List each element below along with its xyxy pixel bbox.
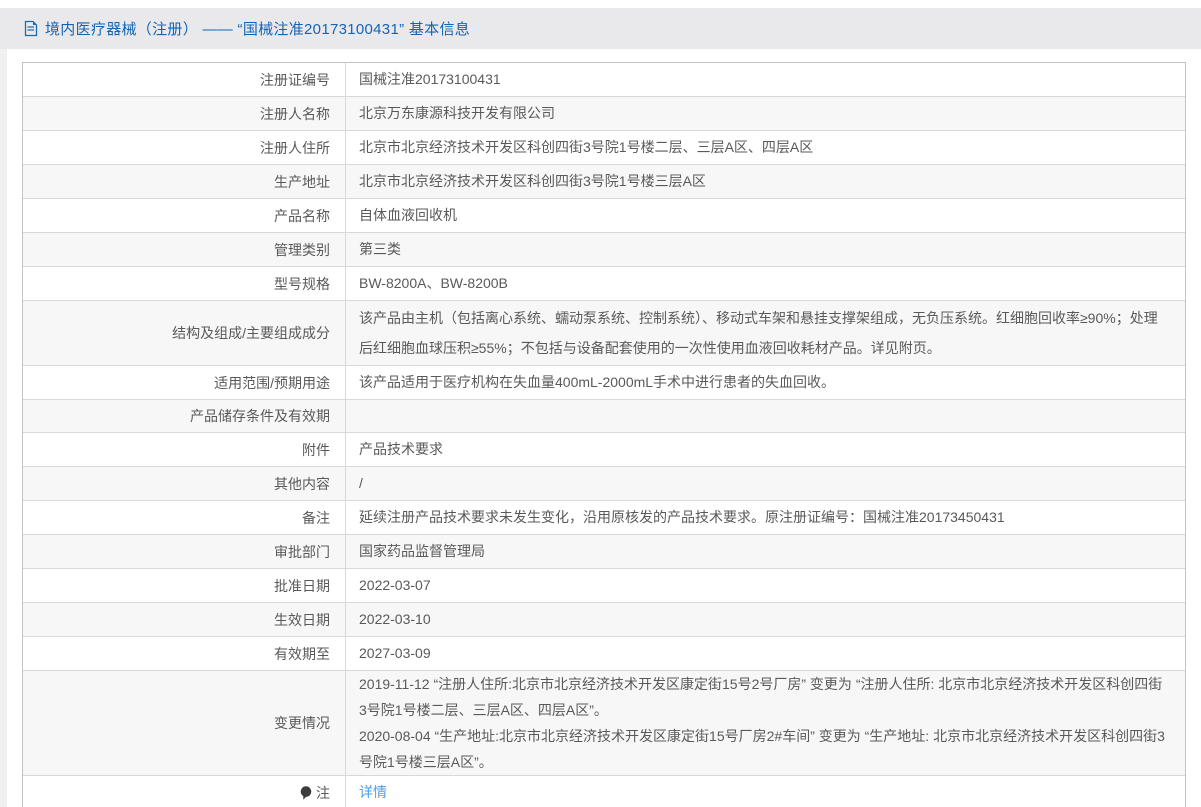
- row-label: 注册证编号: [23, 63, 346, 96]
- balloon-icon: [300, 786, 312, 801]
- row-value: 2022-03-10: [346, 603, 1185, 636]
- row-value: /: [346, 467, 1185, 500]
- details-link[interactable]: 详情: [359, 782, 387, 803]
- table-row-management-class: 管理类别 第三类: [23, 233, 1185, 267]
- document-icon: [23, 20, 39, 37]
- row-label: 结构及组成/主要组成成分: [23, 301, 346, 365]
- row-value: 2027-03-09: [346, 637, 1185, 670]
- row-value: 北京万东康源科技开发有限公司: [346, 97, 1185, 130]
- row-label-text: 注: [316, 783, 330, 803]
- row-value: 国械注准20173100431: [346, 63, 1185, 96]
- table-row-product-name: 产品名称 自体血液回收机: [23, 199, 1185, 233]
- table-row-approval-department: 审批部门 国家药品监督管理局: [23, 535, 1185, 569]
- table-row-structure-composition: 结构及组成/主要组成成分 该产品由主机（包括离心系统、蠕动泵系统、控制系统）、移…: [23, 301, 1185, 366]
- row-label: 审批部门: [23, 535, 346, 568]
- table-row-reg-number: 注册证编号 国械注准20173100431: [23, 63, 1185, 97]
- row-value: 该产品适用于医疗机构在失血量400mL-2000mL手术中进行患者的失血回收。: [346, 366, 1185, 399]
- row-value: 北京市北京经济技术开发区科创四街3号院1号楼二层、三层A区、四层A区: [346, 131, 1185, 164]
- row-value: BW-8200A、BW-8200B: [346, 267, 1185, 300]
- registration-info-table: 注册证编号 国械注准20173100431 注册人名称 北京万东康源科技开发有限…: [22, 62, 1186, 807]
- row-label: 管理类别: [23, 233, 346, 266]
- row-value: 延续注册产品技术要求未发生变化，沿用原核发的产品技术要求。原注册证编号：国械注准…: [346, 501, 1185, 534]
- row-label: 注: [23, 776, 346, 807]
- row-value: 产品技术要求: [346, 433, 1185, 466]
- table-row-storage-conditions: 产品储存条件及有效期: [23, 400, 1185, 433]
- row-label: 注册人名称: [23, 97, 346, 130]
- page-title: 境内医疗器械（注册） —— “国械注准20173100431” 基本信息: [45, 18, 470, 39]
- page-left-strip: [0, 8, 7, 807]
- row-label: 变更情况: [23, 671, 346, 775]
- table-row-change-history: 变更情况 2019-11-12 “注册人住所:北京市北京经济技术开发区康定街15…: [23, 671, 1185, 776]
- row-label: 有效期至: [23, 637, 346, 670]
- row-label: 产品名称: [23, 199, 346, 232]
- table-row-approval-date: 批准日期 2022-03-07: [23, 569, 1185, 603]
- row-value: [346, 400, 1185, 432]
- row-value: 2022-03-07: [346, 569, 1185, 602]
- row-value: 北京市北京经济技术开发区科创四街3号院1号楼三层A区: [346, 165, 1185, 198]
- row-value: 第三类: [346, 233, 1185, 266]
- table-row-attachments: 附件 产品技术要求: [23, 433, 1185, 467]
- table-row-note: 注 详情: [23, 776, 1185, 807]
- table-row-intended-use: 适用范围/预期用途 该产品适用于医疗机构在失血量400mL-2000mL手术中进…: [23, 366, 1185, 400]
- table-row-registrant-name: 注册人名称 北京万东康源科技开发有限公司: [23, 97, 1185, 131]
- row-label: 生效日期: [23, 603, 346, 636]
- table-row-production-address: 生产地址 北京市北京经济技术开发区科创四街3号院1号楼三层A区: [23, 165, 1185, 199]
- row-label: 适用范围/预期用途: [23, 366, 346, 399]
- table-row-remarks: 备注 延续注册产品技术要求未发生变化，沿用原核发的产品技术要求。原注册证编号：国…: [23, 501, 1185, 535]
- page-header: 境内医疗器械（注册） —— “国械注准20173100431” 基本信息: [0, 8, 1201, 49]
- row-value: 2019-11-12 “注册人住所:北京市北京经济技术开发区康定街15号2号厂房…: [346, 671, 1185, 775]
- row-label: 其他内容: [23, 467, 346, 500]
- row-value: 自体血液回收机: [346, 199, 1185, 232]
- row-label: 批准日期: [23, 569, 346, 602]
- row-label: 附件: [23, 433, 346, 466]
- table-row-expiry-date: 有效期至 2027-03-09: [23, 637, 1185, 671]
- table-row-effective-date: 生效日期 2022-03-10: [23, 603, 1185, 637]
- table-row-model-spec: 型号规格 BW-8200A、BW-8200B: [23, 267, 1185, 301]
- row-label: 型号规格: [23, 267, 346, 300]
- row-value: 该产品由主机（包括离心系统、蠕动泵系统、控制系统）、移动式车架和悬挂支撑架组成，…: [346, 301, 1185, 365]
- row-label: 生产地址: [23, 165, 346, 198]
- row-label: 注册人住所: [23, 131, 346, 164]
- row-label: 产品储存条件及有效期: [23, 400, 346, 432]
- row-value: 详情: [346, 776, 1185, 807]
- table-row-registrant-address: 注册人住所 北京市北京经济技术开发区科创四街3号院1号楼二层、三层A区、四层A区: [23, 131, 1185, 165]
- table-row-other-content: 其他内容 /: [23, 467, 1185, 501]
- row-value: 国家药品监督管理局: [346, 535, 1185, 568]
- row-label: 备注: [23, 501, 346, 534]
